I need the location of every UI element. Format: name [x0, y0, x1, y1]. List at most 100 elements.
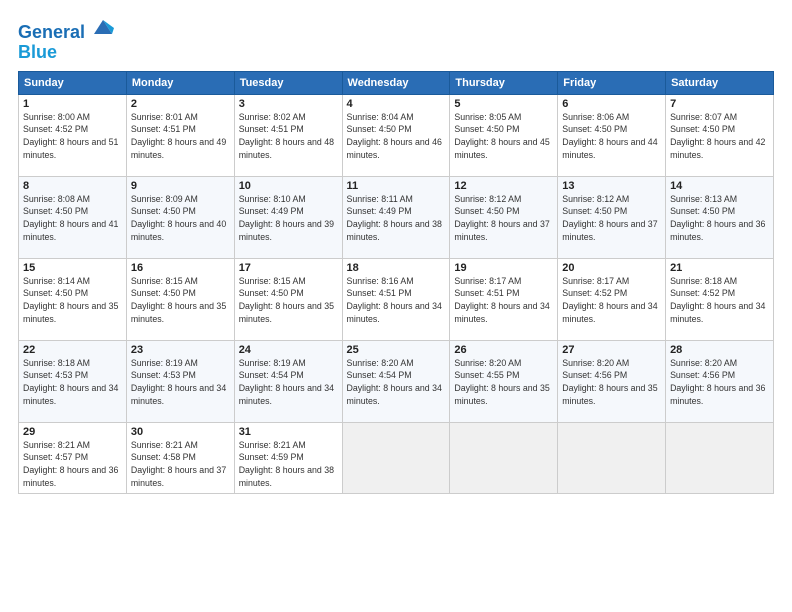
day-number: 20: [562, 262, 661, 274]
day-info: Sunrise: 8:20 AMSunset: 4:56 PMDaylight:…: [670, 358, 765, 406]
calendar-cell: 22 Sunrise: 8:18 AMSunset: 4:53 PMDaylig…: [19, 340, 127, 422]
day-number: 5: [454, 98, 553, 110]
page: General Blue SundayMondayTuesdayWednesda…: [0, 0, 792, 612]
day-number: 28: [670, 344, 769, 356]
day-info: Sunrise: 8:02 AMSunset: 4:51 PMDaylight:…: [239, 112, 334, 160]
day-info: Sunrise: 8:08 AMSunset: 4:50 PMDaylight:…: [23, 194, 118, 242]
day-info: Sunrise: 8:15 AMSunset: 4:50 PMDaylight:…: [239, 276, 334, 324]
calendar-cell: 10 Sunrise: 8:10 AMSunset: 4:49 PMDaylig…: [234, 176, 342, 258]
calendar-cell: 27 Sunrise: 8:20 AMSunset: 4:56 PMDaylig…: [558, 340, 666, 422]
calendar-cell: 9 Sunrise: 8:09 AMSunset: 4:50 PMDayligh…: [126, 176, 234, 258]
day-number: 1: [23, 98, 122, 110]
day-number: 17: [239, 262, 338, 274]
calendar-cell: [666, 422, 774, 493]
day-info: Sunrise: 8:14 AMSunset: 4:50 PMDaylight:…: [23, 276, 118, 324]
day-info: Sunrise: 8:18 AMSunset: 4:53 PMDaylight:…: [23, 358, 118, 406]
calendar-cell: 28 Sunrise: 8:20 AMSunset: 4:56 PMDaylig…: [666, 340, 774, 422]
logo-blue: Blue: [18, 43, 114, 63]
calendar-cell: 23 Sunrise: 8:19 AMSunset: 4:53 PMDaylig…: [126, 340, 234, 422]
calendar-cell: [342, 422, 450, 493]
weekday-header: Sunday: [19, 71, 127, 94]
day-number: 11: [347, 180, 446, 192]
calendar-cell: 6 Sunrise: 8:06 AMSunset: 4:50 PMDayligh…: [558, 94, 666, 176]
day-info: Sunrise: 8:06 AMSunset: 4:50 PMDaylight:…: [562, 112, 657, 160]
calendar-cell: 7 Sunrise: 8:07 AMSunset: 4:50 PMDayligh…: [666, 94, 774, 176]
calendar-cell: 15 Sunrise: 8:14 AMSunset: 4:50 PMDaylig…: [19, 258, 127, 340]
calendar-week-row: 15 Sunrise: 8:14 AMSunset: 4:50 PMDaylig…: [19, 258, 774, 340]
calendar-cell: 8 Sunrise: 8:08 AMSunset: 4:50 PMDayligh…: [19, 176, 127, 258]
logo: General Blue: [18, 20, 114, 63]
day-info: Sunrise: 8:17 AMSunset: 4:52 PMDaylight:…: [562, 276, 657, 324]
day-number: 30: [131, 426, 230, 438]
day-number: 8: [23, 180, 122, 192]
calendar-week-row: 22 Sunrise: 8:18 AMSunset: 4:53 PMDaylig…: [19, 340, 774, 422]
calendar-cell: 13 Sunrise: 8:12 AMSunset: 4:50 PMDaylig…: [558, 176, 666, 258]
day-number: 14: [670, 180, 769, 192]
calendar-cell: 30 Sunrise: 8:21 AMSunset: 4:58 PMDaylig…: [126, 422, 234, 493]
day-info: Sunrise: 8:07 AMSunset: 4:50 PMDaylight:…: [670, 112, 765, 160]
calendar-week-row: 29 Sunrise: 8:21 AMSunset: 4:57 PMDaylig…: [19, 422, 774, 493]
weekday-header: Saturday: [666, 71, 774, 94]
day-number: 27: [562, 344, 661, 356]
day-number: 7: [670, 98, 769, 110]
day-number: 22: [23, 344, 122, 356]
calendar-cell: 29 Sunrise: 8:21 AMSunset: 4:57 PMDaylig…: [19, 422, 127, 493]
logo-icon: [92, 16, 114, 38]
day-info: Sunrise: 8:17 AMSunset: 4:51 PMDaylight:…: [454, 276, 549, 324]
calendar-cell: [450, 422, 558, 493]
day-number: 26: [454, 344, 553, 356]
calendar-cell: 12 Sunrise: 8:12 AMSunset: 4:50 PMDaylig…: [450, 176, 558, 258]
day-info: Sunrise: 8:09 AMSunset: 4:50 PMDaylight:…: [131, 194, 226, 242]
day-info: Sunrise: 8:21 AMSunset: 4:57 PMDaylight:…: [23, 440, 118, 488]
day-number: 19: [454, 262, 553, 274]
day-number: 13: [562, 180, 661, 192]
day-number: 15: [23, 262, 122, 274]
calendar-cell: 1 Sunrise: 8:00 AMSunset: 4:52 PMDayligh…: [19, 94, 127, 176]
day-number: 29: [23, 426, 122, 438]
calendar-cell: 21 Sunrise: 8:18 AMSunset: 4:52 PMDaylig…: [666, 258, 774, 340]
day-number: 21: [670, 262, 769, 274]
calendar-cell: 17 Sunrise: 8:15 AMSunset: 4:50 PMDaylig…: [234, 258, 342, 340]
day-number: 6: [562, 98, 661, 110]
calendar-cell: 20 Sunrise: 8:17 AMSunset: 4:52 PMDaylig…: [558, 258, 666, 340]
calendar-cell: 18 Sunrise: 8:16 AMSunset: 4:51 PMDaylig…: [342, 258, 450, 340]
calendar-cell: 2 Sunrise: 8:01 AMSunset: 4:51 PMDayligh…: [126, 94, 234, 176]
day-info: Sunrise: 8:12 AMSunset: 4:50 PMDaylight:…: [562, 194, 657, 242]
day-info: Sunrise: 8:00 AMSunset: 4:52 PMDaylight:…: [23, 112, 118, 160]
calendar-cell: [558, 422, 666, 493]
day-info: Sunrise: 8:04 AMSunset: 4:50 PMDaylight:…: [347, 112, 442, 160]
calendar-week-row: 1 Sunrise: 8:00 AMSunset: 4:52 PMDayligh…: [19, 94, 774, 176]
day-info: Sunrise: 8:20 AMSunset: 4:56 PMDaylight:…: [562, 358, 657, 406]
day-number: 10: [239, 180, 338, 192]
calendar-cell: 25 Sunrise: 8:20 AMSunset: 4:54 PMDaylig…: [342, 340, 450, 422]
day-number: 3: [239, 98, 338, 110]
logo-text: General: [18, 20, 114, 43]
day-info: Sunrise: 8:19 AMSunset: 4:54 PMDaylight:…: [239, 358, 334, 406]
day-info: Sunrise: 8:21 AMSunset: 4:58 PMDaylight:…: [131, 440, 226, 488]
day-info: Sunrise: 8:16 AMSunset: 4:51 PMDaylight:…: [347, 276, 442, 324]
day-number: 16: [131, 262, 230, 274]
day-info: Sunrise: 8:12 AMSunset: 4:50 PMDaylight:…: [454, 194, 549, 242]
calendar-cell: 26 Sunrise: 8:20 AMSunset: 4:55 PMDaylig…: [450, 340, 558, 422]
calendar-cell: 11 Sunrise: 8:11 AMSunset: 4:49 PMDaylig…: [342, 176, 450, 258]
day-number: 2: [131, 98, 230, 110]
day-number: 25: [347, 344, 446, 356]
day-number: 31: [239, 426, 338, 438]
calendar-week-row: 8 Sunrise: 8:08 AMSunset: 4:50 PMDayligh…: [19, 176, 774, 258]
weekday-header: Wednesday: [342, 71, 450, 94]
day-number: 12: [454, 180, 553, 192]
calendar-cell: 14 Sunrise: 8:13 AMSunset: 4:50 PMDaylig…: [666, 176, 774, 258]
day-info: Sunrise: 8:20 AMSunset: 4:55 PMDaylight:…: [454, 358, 549, 406]
weekday-header: Tuesday: [234, 71, 342, 94]
logo-general: General: [18, 22, 85, 42]
day-number: 23: [131, 344, 230, 356]
header: General Blue: [18, 16, 774, 63]
day-info: Sunrise: 8:20 AMSunset: 4:54 PMDaylight:…: [347, 358, 442, 406]
day-info: Sunrise: 8:05 AMSunset: 4:50 PMDaylight:…: [454, 112, 549, 160]
day-info: Sunrise: 8:13 AMSunset: 4:50 PMDaylight:…: [670, 194, 765, 242]
day-info: Sunrise: 8:18 AMSunset: 4:52 PMDaylight:…: [670, 276, 765, 324]
day-info: Sunrise: 8:21 AMSunset: 4:59 PMDaylight:…: [239, 440, 334, 488]
day-number: 9: [131, 180, 230, 192]
calendar-cell: 5 Sunrise: 8:05 AMSunset: 4:50 PMDayligh…: [450, 94, 558, 176]
weekday-header: Thursday: [450, 71, 558, 94]
